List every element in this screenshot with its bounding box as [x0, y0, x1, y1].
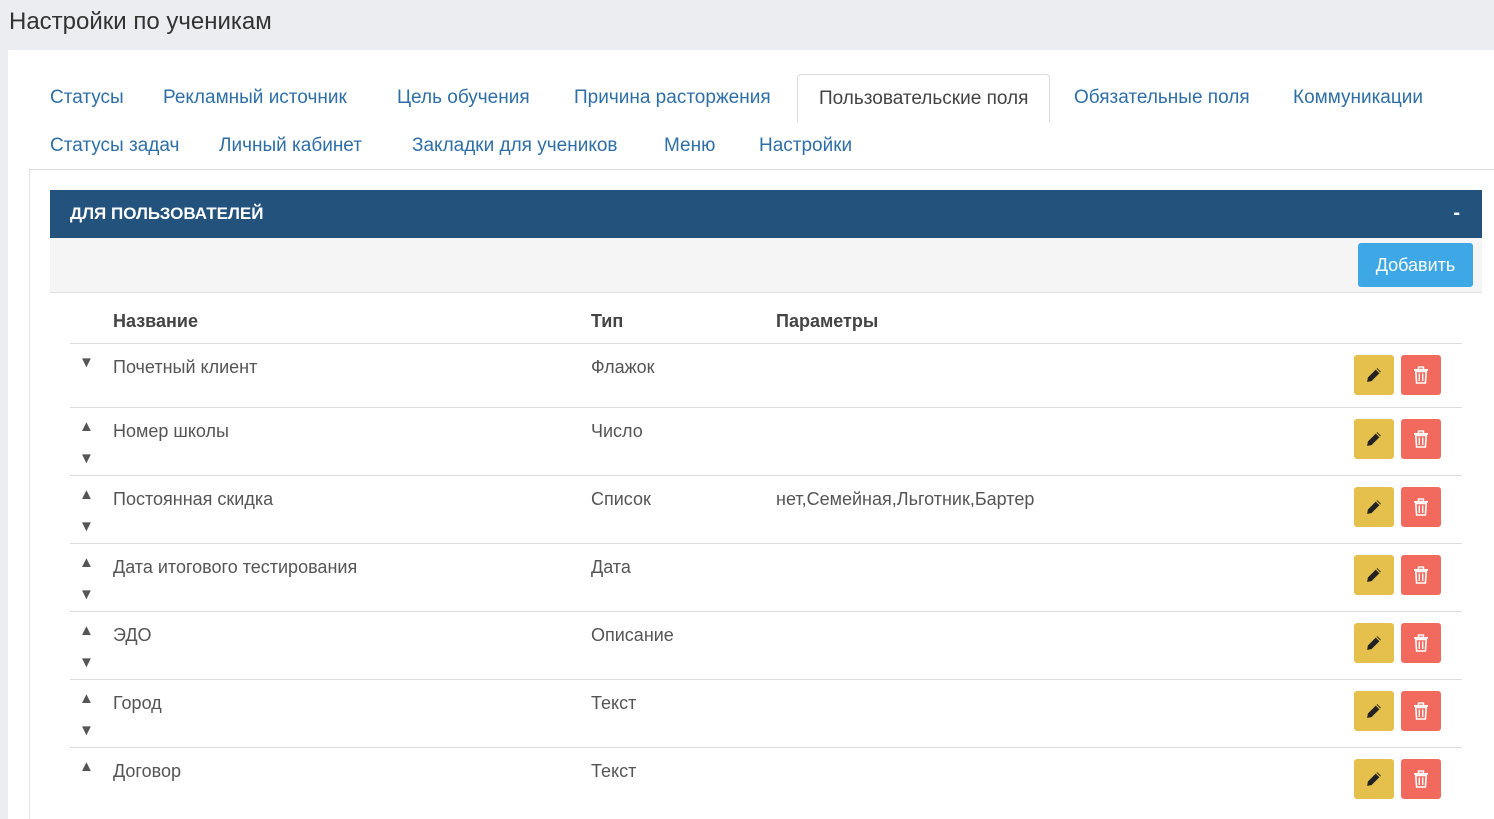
move-down-icon[interactable]: ▼: [79, 355, 94, 371]
table-row: ▲ ▼ Постоянная скидка Список нет,Семейна…: [70, 476, 1462, 544]
collapse-button[interactable]: -: [1453, 190, 1460, 236]
edit-button[interactable]: [1354, 355, 1394, 395]
column-header-type: Тип: [591, 311, 624, 331]
move-down-icon[interactable]: ▼: [79, 587, 94, 603]
tab-communications[interactable]: Коммуникации: [1272, 74, 1444, 122]
field-type: Текст: [591, 693, 637, 713]
tab-statuses[interactable]: Статусы: [29, 74, 145, 122]
tab-personal-account[interactable]: Личный кабинет: [198, 122, 383, 170]
pencil-icon: [1367, 568, 1381, 582]
tab-required-fields[interactable]: Обязательные поля: [1053, 74, 1271, 122]
panel-toolbar: Добавить: [50, 238, 1482, 293]
move-down-icon[interactable]: ▼: [79, 519, 94, 535]
table-row: ▲ ▼ ЭДО Описание: [70, 612, 1462, 680]
field-name: Постоянная скидка: [113, 489, 274, 509]
edit-button[interactable]: [1354, 487, 1394, 527]
trash-icon: [1414, 430, 1428, 448]
add-button[interactable]: Добавить: [1358, 243, 1473, 287]
tab-bar: Статусы Рекламный источник Цель обучения…: [29, 74, 1494, 170]
settings-card: Статусы Рекламный источник Цель обучения…: [8, 50, 1494, 819]
field-type: Список: [591, 489, 651, 509]
edit-button[interactable]: [1354, 759, 1394, 799]
trash-icon: [1414, 702, 1428, 720]
move-up-icon[interactable]: ▲: [79, 691, 94, 707]
delete-button[interactable]: [1401, 691, 1441, 731]
pencil-icon: [1367, 636, 1381, 650]
tab-settings[interactable]: Настройки: [738, 122, 873, 170]
move-up-icon[interactable]: ▲: [79, 419, 94, 435]
field-name: Договор: [113, 761, 181, 781]
move-up-icon[interactable]: ▲: [79, 487, 94, 503]
table-row: ▲ ▼ Дата итогового тестирования Дата: [70, 544, 1462, 612]
tab-student-bookmarks[interactable]: Закладки для учеников: [391, 122, 639, 170]
tab-study-goal[interactable]: Цель обучения: [376, 74, 551, 122]
field-name: Почетный клиент: [113, 357, 258, 377]
delete-button[interactable]: [1401, 623, 1441, 663]
column-header-name: Название: [113, 311, 198, 331]
trash-icon: [1414, 566, 1428, 584]
table-row: ▼ Почетный клиент Флажок: [70, 344, 1462, 408]
move-down-icon[interactable]: ▼: [79, 451, 94, 467]
trash-icon: [1414, 770, 1428, 788]
trash-icon: [1414, 634, 1428, 652]
page-title: Настройки по ученикам: [9, 8, 272, 35]
tab-ad-source[interactable]: Рекламный источник: [142, 74, 368, 122]
field-name: Дата итогового тестирования: [113, 557, 358, 577]
edit-button[interactable]: [1354, 419, 1394, 459]
delete-button[interactable]: [1401, 419, 1441, 459]
field-type: Описание: [591, 625, 674, 645]
edit-button[interactable]: [1354, 623, 1394, 663]
edit-button[interactable]: [1354, 691, 1394, 731]
pencil-icon: [1367, 500, 1381, 514]
field-name: ЭДО: [113, 625, 152, 645]
tab-menu[interactable]: Меню: [643, 122, 736, 170]
tab-custom-fields[interactable]: Пользовательские поля: [797, 74, 1051, 123]
field-name: Номер школы: [113, 421, 229, 441]
trash-icon: [1414, 366, 1428, 384]
pencil-icon: [1367, 772, 1381, 786]
field-type: Текст: [591, 761, 637, 781]
table-row: ▲ ▼ Город Текст: [70, 680, 1462, 748]
table-row: ▲ ▼ Номер школы Число: [70, 408, 1462, 476]
tab-termination-reason[interactable]: Причина расторжения: [553, 74, 792, 122]
pencil-icon: [1367, 432, 1381, 446]
field-type: Число: [591, 421, 643, 441]
field-params: нет,Семейная,Льготник,Бартер: [776, 489, 1035, 509]
field-name: Город: [113, 693, 162, 713]
column-header-params: Параметры: [776, 311, 879, 331]
pencil-icon: [1367, 368, 1381, 382]
table-row: ▲ Договор Текст: [70, 748, 1462, 810]
pencil-icon: [1367, 704, 1381, 718]
edit-button[interactable]: [1354, 555, 1394, 595]
move-up-icon[interactable]: ▲: [79, 623, 94, 639]
panel-title: ДЛЯ ПОЛЬЗОВАТЕЛЕЙ: [70, 204, 264, 223]
move-down-icon[interactable]: ▼: [79, 723, 94, 739]
delete-button[interactable]: [1401, 487, 1441, 527]
field-type: Дата: [591, 557, 631, 577]
tab-content: ДЛЯ ПОЛЬЗОВАТЕЛЕЙ - Добавить Название Ти…: [29, 170, 1494, 819]
delete-button[interactable]: [1401, 555, 1441, 595]
table-header: Название Тип Параметры: [70, 293, 1462, 344]
panel-header: ДЛЯ ПОЛЬЗОВАТЕЛЕЙ -: [50, 190, 1482, 238]
delete-button[interactable]: [1401, 355, 1441, 395]
delete-button[interactable]: [1401, 759, 1441, 799]
tab-task-statuses[interactable]: Статусы задач: [29, 122, 200, 170]
move-up-icon[interactable]: ▲: [79, 555, 94, 571]
move-up-icon[interactable]: ▲: [79, 759, 94, 775]
move-down-icon[interactable]: ▼: [79, 655, 94, 671]
trash-icon: [1414, 498, 1428, 516]
custom-fields-table: Название Тип Параметры ▼ Почетный клиент…: [70, 293, 1462, 810]
field-type: Флажок: [591, 357, 655, 377]
